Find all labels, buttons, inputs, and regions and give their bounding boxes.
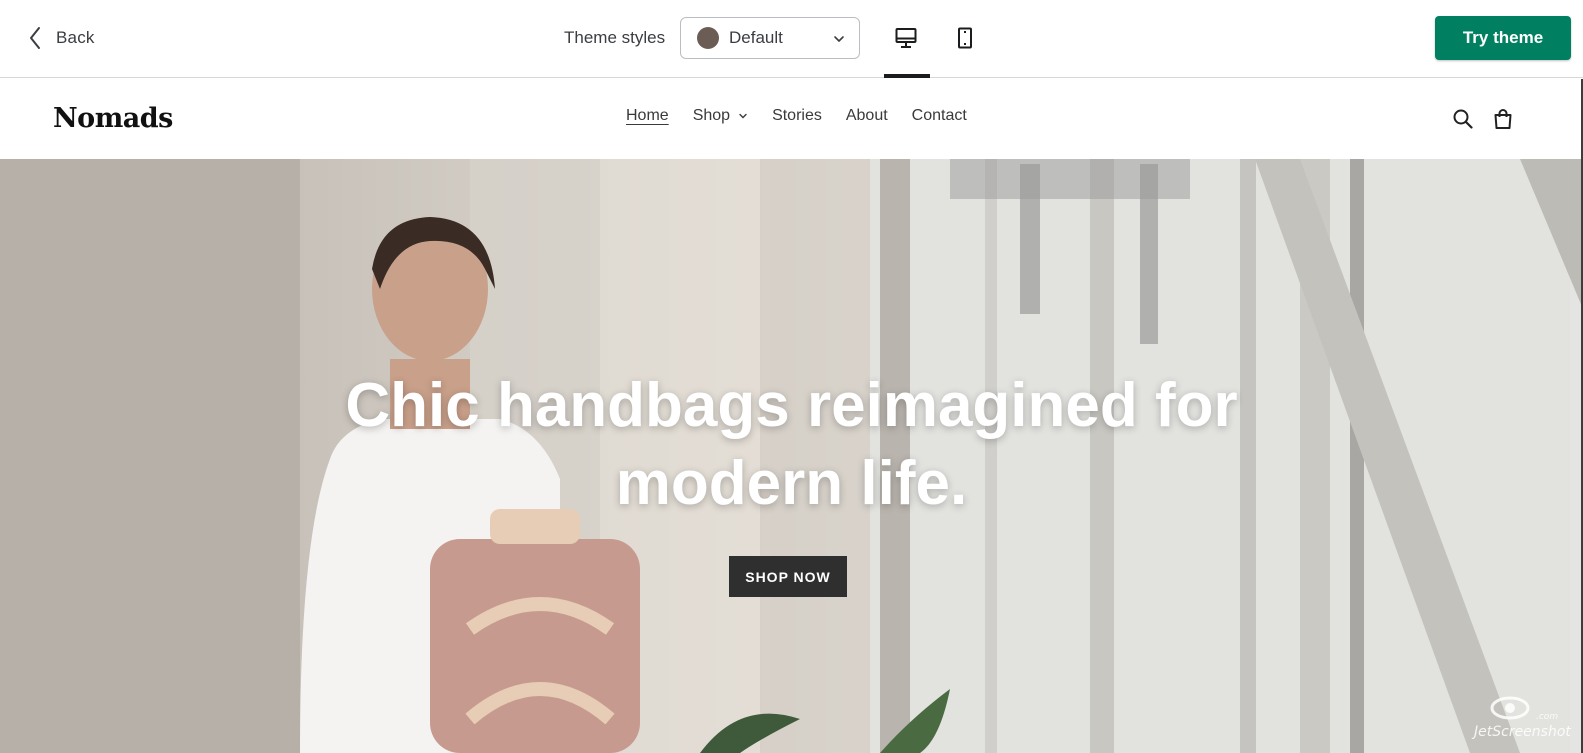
nav-item-label: About (845, 107, 888, 124)
mobile-icon (958, 27, 972, 49)
chevron-down-icon (739, 113, 747, 119)
shop-now-button[interactable]: SHOP NOW (729, 556, 847, 597)
back-label: Back (56, 28, 95, 47)
back-button[interactable]: Back (28, 22, 95, 54)
theme-styles-label: Theme styles (564, 28, 666, 47)
eye-logo-icon (1490, 696, 1530, 720)
hero-title-line-2: modern life. (615, 449, 968, 518)
watermark-text: JetScreenshot (1474, 724, 1571, 740)
chevron-left-icon (30, 27, 40, 49)
nav-item-stories[interactable]: Stories (772, 107, 822, 125)
hero-title: Chic handbags reimagined for modern life… (0, 367, 1583, 523)
nav-item-home[interactable]: Home (626, 107, 669, 125)
try-theme-button[interactable]: Try theme (1435, 16, 1571, 60)
nav-item-about[interactable]: About (846, 107, 888, 125)
cart-button[interactable] (1490, 106, 1516, 132)
mobile-view-button[interactable] (942, 18, 988, 58)
main-nav: Home Shop Stories About Contact (626, 107, 967, 125)
search-icon (1453, 109, 1473, 129)
nav-item-label: Stories (772, 107, 822, 124)
store-header: Nomads Home Shop Stories About Contact (0, 79, 1583, 159)
theme-style-select[interactable]: Default (680, 17, 860, 59)
cart-icon (1494, 109, 1512, 129)
desktop-view-button[interactable] (883, 18, 929, 58)
desktop-icon (895, 28, 917, 48)
hero-banner: Chic handbags reimagined for modern life… (0, 159, 1583, 753)
watermark: JetScreenshot .com (1462, 692, 1572, 748)
hero-title-line-1: Chic handbags reimagined for (345, 371, 1238, 440)
theme-style-value: Default (729, 28, 783, 47)
active-device-indicator (884, 74, 930, 78)
color-swatch (697, 27, 719, 49)
search-button[interactable] (1450, 106, 1476, 132)
watermark-suffix: .com (1536, 712, 1559, 722)
nav-item-label: Contact (911, 107, 967, 124)
preview-toolbar: Back Theme styles Default Try theme (0, 0, 1583, 78)
nav-item-contact[interactable]: Contact (912, 107, 967, 125)
chevron-down-icon (834, 36, 844, 42)
nav-item-shop[interactable]: Shop (693, 107, 748, 125)
nav-item-label: Home (626, 107, 669, 124)
nav-item-label: Shop (692, 107, 731, 124)
store-logo[interactable]: Nomads (53, 103, 173, 134)
